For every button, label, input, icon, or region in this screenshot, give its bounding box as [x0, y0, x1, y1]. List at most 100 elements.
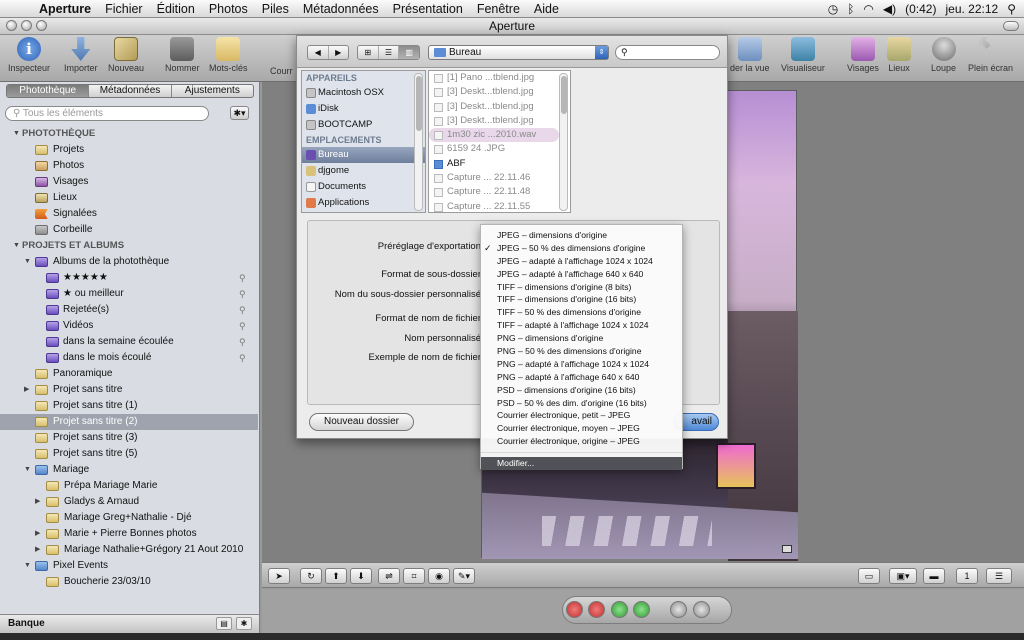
action-gear-button[interactable]: ✱▾ — [230, 106, 249, 120]
next-image-button[interactable] — [693, 601, 710, 618]
sidebar-item-project[interactable]: Projet sans titre (5) — [0, 446, 258, 462]
menu-clock[interactable]: jeu. 22:12 — [945, 2, 998, 16]
preset-option[interactable]: PNG – dimensions d'origine — [481, 332, 682, 345]
toolbar-toggle-button[interactable] — [1003, 21, 1019, 31]
view-mode-button[interactable]: ▭ — [858, 568, 880, 584]
selection-tool-button[interactable]: ➤ — [268, 568, 290, 584]
disclosure-triangle-icon[interactable]: ▶ — [35, 542, 40, 558]
search-icon[interactable]: ⚲ — [239, 302, 246, 318]
redeye-tool-button[interactable]: ◉ — [428, 568, 450, 584]
disclosure-triangle-icon[interactable]: ▶ — [24, 382, 29, 398]
sidebar-item-project[interactable]: ▶ Marie + Pierre Bonnes photos — [0, 526, 258, 542]
sidebar-item-project[interactable]: Boucherie 23/03/10 — [0, 574, 258, 590]
file-item[interactable]: 1m30 zic ...2010.wav — [429, 128, 559, 143]
section-header-library[interactable]: ▼ PHOTOTHÈQUE — [0, 126, 258, 142]
sidebar-item-project[interactable]: ▶ Gladys & Arnaud — [0, 494, 258, 510]
menu-fenetre[interactable]: Fenêtre — [470, 2, 527, 16]
straighten-tool-button[interactable]: ⇌ — [378, 568, 400, 584]
menu-aide[interactable]: Aide — [527, 2, 566, 16]
disclosure-triangle-icon[interactable]: ▼ — [24, 558, 31, 574]
menu-aperture[interactable]: Aperture — [32, 2, 98, 16]
search-icon[interactable]: ⚲ — [239, 350, 246, 366]
preset-option[interactable]: JPEG – adapté à l'affichage 640 x 640 — [481, 268, 682, 281]
new-button[interactable]: Nouveau — [108, 37, 144, 73]
fullscreen-button[interactable]: Plein écran — [968, 37, 1013, 73]
device-bootcamp[interactable]: BOOTCAMP — [302, 117, 425, 133]
email-button[interactable]: Courr — [270, 66, 293, 76]
device-macintosh[interactable]: Macintosh OSX — [302, 85, 425, 101]
stamp-tool-button[interactable]: ⬇ — [350, 568, 372, 584]
select-button[interactable] — [633, 601, 650, 618]
rotate-tool-button[interactable]: ↻ — [300, 568, 322, 584]
file-item[interactable]: [3] Deskt...tblend.jpg — [429, 114, 570, 128]
sidebar-item-folder-mariage[interactable]: ▼ Mariage — [0, 462, 258, 478]
spotlight-icon[interactable]: ⚲ — [1007, 2, 1016, 16]
preset-option[interactable]: PNG – 50 % des dimensions d'origine — [481, 345, 682, 358]
dialog-search-input[interactable]: ⚲ — [615, 45, 720, 60]
sidebar-item-album[interactable]: ★★★★★ ⚲ — [0, 270, 258, 286]
preset-option[interactable]: PNG – adapté à l'affichage 1024 x 1024 — [481, 358, 682, 371]
sidebar-item-visages[interactable]: Visages — [0, 174, 258, 190]
sidebar-item-albums-library[interactable]: ▼ Albums de la photothèque — [0, 254, 258, 270]
sidebar-item-corbeille[interactable]: Corbeille — [0, 222, 258, 238]
section-header-projects[interactable]: ▼ PROJETS ET ALBUMS — [0, 238, 258, 254]
file-column-scrollbar[interactable] — [559, 73, 568, 211]
search-icon[interactable]: ⚲ — [239, 270, 246, 286]
close-window-icon[interactable] — [6, 20, 17, 31]
decrease-rating-button[interactable] — [588, 601, 605, 618]
file-item[interactable]: [3] Deskt...tblend.jpg — [429, 85, 570, 99]
disclosure-triangle-icon[interactable]: ▼ — [24, 254, 31, 270]
sidebar-item-project[interactable]: Panoramique — [0, 366, 258, 382]
keywords-button[interactable]: Mots-clés — [209, 37, 248, 73]
name-button[interactable]: Nommer — [165, 37, 200, 73]
search-icon[interactable]: ⚲ — [239, 318, 246, 334]
device-idisk[interactable]: iDisk — [302, 101, 425, 117]
menu-edition[interactable]: Édition — [150, 2, 202, 16]
preset-option[interactable]: Courrier électronique, origine – JPEG — [481, 435, 682, 448]
finder-sidebar-scrollbar[interactable] — [414, 73, 423, 211]
folder-item[interactable]: ABF — [429, 157, 570, 171]
sidebar-item-album[interactable]: ★ ou meilleur ⚲ — [0, 286, 258, 302]
forward-arrow-icon[interactable]: ▶ — [329, 46, 349, 59]
inspector-button[interactable]: i Inspecteur — [8, 37, 50, 73]
search-icon[interactable]: ⚲ — [239, 286, 246, 302]
disclosure-triangle-icon[interactable]: ▶ — [35, 494, 40, 510]
preset-option[interactable]: PNG – adapté à l'affichage 640 x 640 — [481, 371, 682, 384]
file-item[interactable]: [3] Deskt...tblend.jpg — [429, 100, 570, 114]
file-item[interactable]: 6159 24 .JPG — [429, 142, 570, 156]
sidebar-item-project[interactable]: ▶ Projet sans titre — [0, 382, 258, 398]
list-view-icon[interactable]: ☰ — [379, 46, 400, 59]
file-item[interactable]: Capture ... 22.11.48 — [429, 185, 570, 199]
search-icon[interactable]: ⚲ — [239, 334, 246, 350]
sidebar-item-album[interactable]: Rejetée(s) ⚲ — [0, 302, 258, 318]
sidebar-item-album[interactable]: dans le mois écoulé ⚲ — [0, 350, 258, 366]
wifi-icon[interactable]: ◠ — [863, 2, 873, 16]
preset-option[interactable]: TIFF – dimensions d'origine (8 bits) — [481, 281, 682, 294]
icon-view-icon[interactable]: ⊞ — [358, 46, 379, 59]
disclosure-triangle-icon[interactable]: ▼ — [24, 462, 31, 478]
preset-option-selected[interactable]: ✓ JPEG – 50 % des dimensions d'origine — [481, 242, 682, 255]
preset-option[interactable]: PSD – 50 % des dim. d'origine (16 bits) — [481, 397, 682, 410]
menu-fichier[interactable]: Fichier — [98, 2, 150, 16]
import-button[interactable]: Importer — [64, 37, 98, 73]
viewer-button[interactable]: Visualiseur — [781, 37, 825, 73]
sidebar-action-button[interactable]: ✱ — [236, 617, 252, 630]
bluetooth-icon[interactable]: ᛒ — [847, 2, 854, 16]
column-view-icon[interactable]: ▥ — [399, 46, 420, 59]
disclosure-triangle-icon[interactable]: ▼ — [13, 238, 20, 254]
place-applications[interactable]: Applications — [302, 195, 425, 211]
sidebar-item-lieux[interactable]: Lieux — [0, 190, 258, 206]
sidebar-item-album[interactable]: dans la semaine écoulée ⚲ — [0, 334, 258, 350]
disclosure-triangle-icon[interactable]: ▼ — [13, 126, 20, 142]
sidebar-item-album[interactable]: Vidéos ⚲ — [0, 318, 258, 334]
library-search-input[interactable]: ⚲ Tous les éléments — [5, 106, 209, 121]
edit-presets-item[interactable]: Modifier... — [481, 457, 682, 471]
preset-option[interactable]: JPEG – dimensions d'origine — [481, 229, 682, 242]
reject-button[interactable] — [566, 601, 583, 618]
back-arrow-icon[interactable]: ◀ — [308, 46, 329, 59]
list-view-button[interactable]: ☰ — [986, 568, 1012, 584]
sidebar-item-project-selected[interactable]: Projet sans titre (2) — [0, 414, 258, 430]
metadata-overlay-button[interactable]: ▬ — [923, 568, 945, 584]
menu-piles[interactable]: Piles — [255, 2, 296, 16]
zoom-window-icon[interactable] — [36, 20, 47, 31]
